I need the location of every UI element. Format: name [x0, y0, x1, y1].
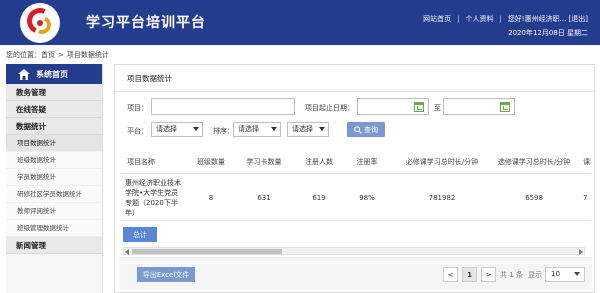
scroll-left-icon[interactable]	[125, 249, 129, 255]
profile-link[interactable]: 个人资料	[465, 15, 493, 23]
sidebar-cat-qa[interactable]: 在线答疑	[6, 101, 102, 118]
top-links: 网站首页 | 个人资料 | 您好!惠州经济职... [退出]	[423, 15, 588, 23]
column-header: 学习卡数量	[246, 157, 282, 166]
chevron-down-icon	[271, 127, 277, 131]
query-button[interactable]: 查询	[347, 122, 385, 137]
platform-label: 平台：	[127, 127, 148, 135]
calendar-icon[interactable]	[414, 102, 424, 112]
column-header: 注册率	[356, 157, 378, 166]
page-size-label: 显示	[528, 271, 542, 279]
panel-divider	[115, 91, 594, 92]
main-panel: 项目数据统计 项目： 项目起止日期： 至 平台： 请选择 排序： 请选择 请选择…	[114, 64, 595, 293]
column-header: 班级数量	[197, 157, 225, 166]
column-header: 必修课学习总时长/分钟	[405, 157, 479, 166]
calendar-icon[interactable]	[500, 102, 510, 112]
platform-select-value: 请选择	[156, 125, 177, 133]
sidebar-item-class-stats[interactable]: 班级数据统计	[6, 152, 102, 169]
table-row[interactable]: 惠州经济职业技术学院•大学生党员专题（2020下半年） 8 631 619 98…	[121, 175, 591, 221]
search-icon	[354, 125, 362, 134]
column-header: 课程学习	[583, 157, 591, 166]
order-select[interactable]: 请选择	[287, 122, 329, 137]
sidebar-cat-academic[interactable]: 教务管理	[6, 84, 102, 101]
sidebar-cat-stats[interactable]: 数据统计	[6, 118, 102, 135]
sidebar-home[interactable]: 系统首页	[6, 64, 102, 84]
scrollbar-thumb[interactable]	[132, 249, 282, 254]
date-to-label: 至	[434, 104, 441, 112]
table-cell: 631	[257, 194, 271, 202]
table-cell: 619	[312, 194, 326, 202]
site-logo	[20, 3, 60, 43]
sidebar-item-project-stats[interactable]: 项目数据统计	[6, 135, 102, 152]
sidebar-item-community-stats[interactable]: 研修社区学员数据统计	[6, 186, 102, 203]
start-date-input[interactable]	[357, 98, 429, 115]
sidebar-item-class-mgmt-stats[interactable]: 班级管理数据统计	[6, 220, 102, 237]
column-header: 选修课学习总时长/分钟	[497, 157, 571, 166]
sort-label: 排序：	[213, 127, 234, 135]
table-cell: 惠州经济职业技术学院•大学生党员专题（2020下半年）	[125, 179, 181, 217]
table-cell: 781982	[428, 194, 456, 202]
home-icon	[18, 68, 30, 80]
page-size-value: 10	[551, 270, 560, 278]
project-label: 项目：	[127, 104, 148, 112]
sort-select-value: 请选择	[238, 125, 259, 133]
table-cell: 98%	[359, 194, 375, 202]
sidebar: 系统首页 教务管理 在线答疑 数据统计 项目数据统计 班级数据统计 学员数据统计…	[6, 64, 103, 293]
prev-page-button[interactable]: <	[443, 267, 458, 282]
breadcrumb-home[interactable]: 首页	[41, 51, 55, 59]
top-header: 学习平台培训平台 网站首页 | 个人资料 | 您好!惠州经济职... [退出] 2020…	[0, 0, 600, 45]
home-link[interactable]: 网站首页	[423, 15, 451, 23]
query-button-label: 查询	[364, 125, 378, 134]
chevron-down-icon	[319, 127, 325, 131]
table-footer: 导出Excel文件 < 1 > 共 1 条 显示 10	[119, 257, 592, 290]
column-header: 项目名称	[127, 157, 155, 166]
table-cell: 7	[583, 194, 588, 202]
sidebar-item-teacher-review[interactable]: 教师评阅统计	[6, 203, 102, 220]
sort-select[interactable]: 请选择	[233, 122, 281, 137]
chevron-down-icon	[193, 127, 199, 131]
sidebar-home-label: 系统首页	[36, 69, 68, 79]
export-excel-button[interactable]: 导出Excel文件	[137, 267, 195, 282]
table-cell: 6598	[525, 194, 543, 202]
breadcrumb-prefix: 您的位置：	[6, 51, 41, 59]
date-range-label: 项目起止日期：	[305, 104, 354, 112]
chevron-down-icon	[574, 272, 580, 276]
project-input[interactable]	[151, 98, 295, 115]
total-count: 共 1 条	[500, 271, 523, 279]
current-date: 2020年12月08日 星期二	[508, 29, 588, 37]
sidebar-item-student-stats[interactable]: 学员数据统计	[6, 169, 102, 186]
data-table: 项目名称 班级数量 学习卡数量 注册人数 注册率 必修课学习总时长/分钟 选修课…	[121, 150, 591, 246]
order-select-value: 请选择	[292, 125, 313, 133]
total-button[interactable]: 总计	[123, 227, 157, 242]
table-cell: 8	[208, 194, 214, 202]
sidebar-cat-news[interactable]: 新闻管理	[6, 237, 102, 254]
page-1-button[interactable]: 1	[462, 267, 477, 282]
platform-select[interactable]: 请选择	[151, 122, 203, 137]
site-title: 学习平台培训平台	[86, 15, 206, 31]
end-date-input[interactable]	[443, 98, 515, 115]
table-header-row: 项目名称 班级数量 学习卡数量 注册人数 注册率 必修课学习总时长/分钟 选修课…	[121, 150, 591, 174]
logout-link[interactable]: [退出]	[569, 15, 588, 23]
column-header: 注册人数	[305, 157, 333, 166]
user-greeting: 您好!惠州经济职...	[507, 15, 567, 23]
breadcrumb: 您的位置：首页 > 项目数据统计	[6, 51, 109, 59]
breadcrumb-current: 项目数据统计	[66, 51, 109, 59]
next-page-button[interactable]: >	[481, 267, 496, 282]
scroll-right-icon[interactable]	[579, 249, 583, 255]
page-size-select[interactable]: 10	[545, 267, 585, 282]
horizontal-scrollbar[interactable]	[123, 247, 585, 255]
panel-title: 项目数据统计	[127, 74, 172, 83]
